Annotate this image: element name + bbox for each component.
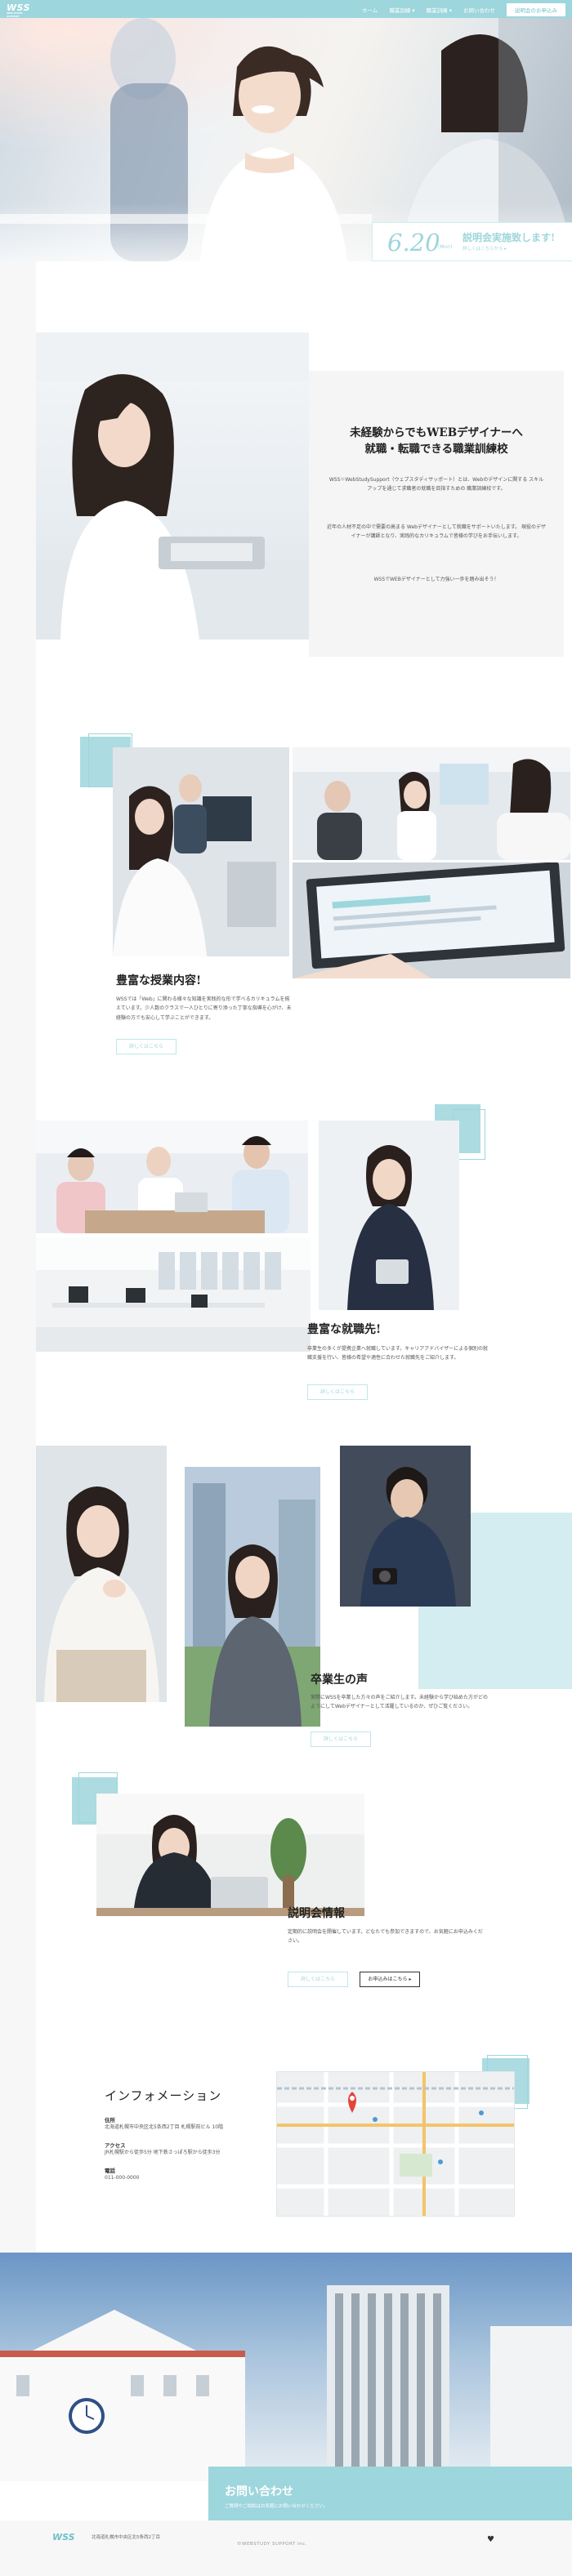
info-label-access: アクセス: [105, 2141, 126, 2149]
lesson-photo-1: [113, 747, 289, 956]
intro-paragraph-1: WSS＝WebStudySupport（ウェブスタディサッポート）とは、Webの…: [328, 477, 544, 492]
footer-logo[interactable]: WSS: [52, 2532, 75, 2543]
contact-banner[interactable]: お問い合わせ ご質問やご相談はお気軽にお問い合わせください。: [208, 2467, 572, 2520]
feature-text-jobs: 卒業生の多くが提携企業へ就職しています。キャリアアドバイザーによる個別の就職支援…: [307, 1346, 489, 1362]
footer-copyright: ©WEBSTUDY SUPPORT Inc.: [237, 2542, 307, 2547]
jobs-photo-employee: [319, 1121, 459, 1310]
info-label-address: 住所: [105, 2117, 115, 2124]
nav-item-training-2[interactable]: 職業訓練 ▾: [427, 6, 452, 14]
jobs-more-button[interactable]: 詳しくはこちら: [307, 1384, 368, 1400]
contact-title: お問い合わせ: [225, 2485, 293, 2498]
info-row: アクセス JR札幌駅から徒歩5分 地下鉄さっぽろ駅から徒歩3分: [105, 2141, 260, 2158]
footer-address: 北海道札幌市中央区北5条西2丁目: [92, 2535, 160, 2540]
feature-title-voices: 卒業生の声: [311, 1674, 368, 1687]
location-map[interactable]: [276, 2071, 515, 2217]
intro-text-box: 未経験からでもWEBデザイナーへ 就職・転職できる職業訓練校 WSS＝WebStu…: [309, 371, 564, 657]
info-value-access: JR札幌駅から徒歩5分 地下鉄さっぽろ駅から徒歩3分: [105, 2149, 221, 2155]
event-date: 6.20: [387, 229, 440, 256]
graduate-photo-2: [185, 1467, 320, 1727]
voices-more-button[interactable]: 詳しくはこちら: [311, 1731, 371, 1747]
seminar-signup-button[interactable]: 説明会のお申込み: [507, 3, 565, 16]
event-title: 説明会実施致します!: [463, 232, 556, 243]
info-title: インフォメーション: [105, 2088, 222, 2103]
graduate-photo-1: [36, 1446, 167, 1702]
intro-title: 未経験からでもWEBデザイナーへ 就職・転職できる職業訓練校: [350, 426, 523, 457]
feature-title-lessons: 豊富な授業内容!: [116, 974, 202, 987]
graduate-photo-3: [340, 1446, 471, 1607]
info-row: 住所 北海道札幌市中央区北5条西2丁目 札幌駅前ビル 10階: [105, 2115, 260, 2133]
info-value-address: 北海道札幌市中央区北5条西2丁目 札幌駅前ビル 10階: [105, 2124, 224, 2130]
info-list: 住所 北海道札幌市中央区北5条西2丁目 札幌駅前ビル 10階 アクセス JR札幌…: [105, 2115, 260, 2182]
main-nav: ホーム 職業訓練 ▾ 職業訓練 ▾ お問い合わせ 説明会のお申込み: [362, 3, 565, 16]
left-side-band: [0, 261, 36, 2271]
seminar-apply-button[interactable]: お申込みはこちら ▸: [360, 1972, 420, 1987]
info-value-phone[interactable]: 011-000-0000: [105, 2174, 260, 2183]
event-link[interactable]: 詳しくはこちらから ▸: [463, 245, 507, 252]
jobs-photo-meeting: [36, 1121, 308, 1233]
feature-text-voices: 実際にWSSを卒業した方々の声をご紹介します。未経験から学び始めた方がどのように…: [311, 1695, 488, 1710]
info-row: 電話 011-000-0000: [105, 2166, 260, 2183]
feature-text-seminar: 定期的に説明会を開催しています。どなたでも参加できますので、お気軽にお申込みくだ…: [288, 1929, 483, 1945]
city-image: [0, 2253, 572, 2481]
seminar-photo: [96, 1794, 364, 1916]
nav-item-training-1[interactable]: 職業訓練 ▾: [389, 6, 414, 14]
feature-title-seminar: 説明会情報: [288, 1907, 345, 1920]
hero-ribbon: [0, 214, 372, 224]
event-announcement-card[interactable]: 6.20 (Mon) 説明会実施致します! 詳しくはこちらから ▸: [372, 222, 572, 261]
nav-item-home[interactable]: ホーム: [362, 6, 378, 14]
contact-subtitle: ご質問やご相談はお気軽にお問い合わせください。: [225, 2504, 328, 2509]
heart-icon[interactable]: ♥: [487, 2535, 494, 2544]
seminar-more-button[interactable]: 詳しくはこちら: [288, 1972, 348, 1987]
nav-item-contact[interactable]: お問い合わせ: [463, 6, 495, 14]
lesson-photo-3: [293, 862, 570, 978]
info-label-phone: 電話: [105, 2167, 115, 2174]
lessons-more-button[interactable]: 詳しくはこちら: [116, 1039, 177, 1054]
intro-photo: [36, 332, 309, 640]
feature-text-lessons: WSSでは「Web」に関わる様々な知識を実践的な形で学べるカリキュラムを揃えてい…: [116, 996, 292, 1021]
jobs-photo-office: [36, 1237, 311, 1352]
intro-paragraph-3: WSSでWEBデザイナーとして力強い一歩を踏み出そう！: [373, 577, 499, 582]
lesson-photo-2: [293, 747, 570, 860]
top-navigation-bar: WSS WEB STUDY SUPPORT ホーム 職業訓練 ▾ 職業訓練 ▾ お…: [0, 0, 572, 18]
footer: WSS 北海道札幌市中央区北5条西2丁目 ©WEBSTUDY SUPPORT I…: [0, 2520, 572, 2576]
feature-title-jobs: 豊富な就職先!: [307, 1323, 382, 1336]
event-weekday: (Mon): [438, 244, 453, 250]
site-logo[interactable]: WSS WEB STUDY SUPPORT: [7, 2, 34, 18]
intro-paragraph-2: 近年の人材不足の中で需要の高まる Webデザイナーとして就職をサポートいたします…: [327, 524, 546, 540]
